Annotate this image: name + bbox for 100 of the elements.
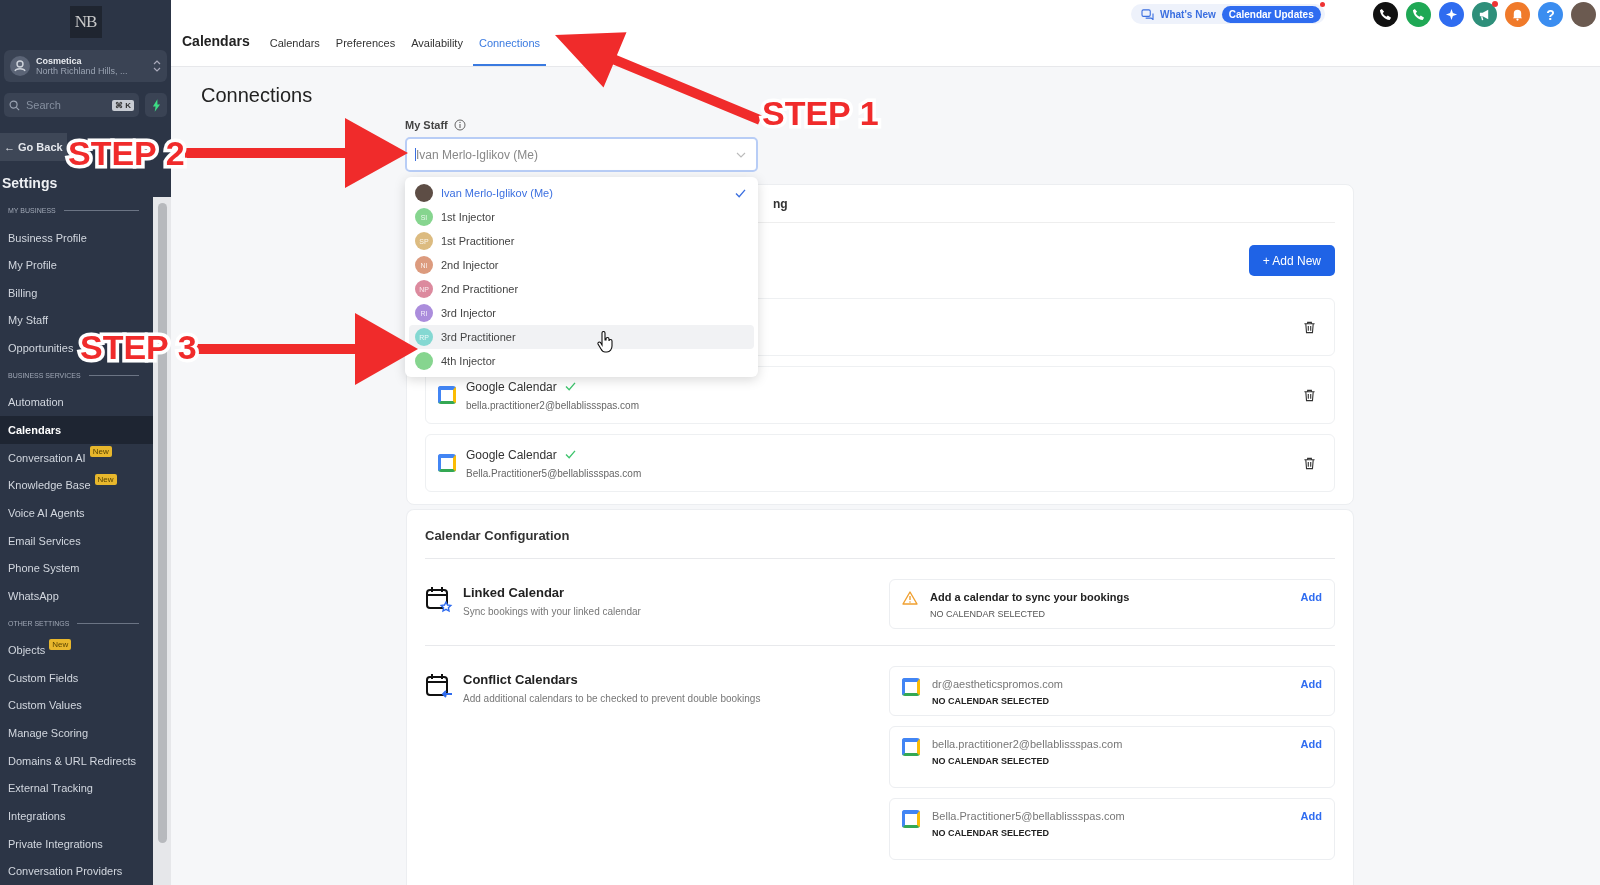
tab[interactable]: Connections (472, 37, 547, 66)
megaphone-icon (1478, 8, 1491, 21)
search-field[interactable]: Search ⌘ K (4, 93, 139, 117)
search-input[interactable]: Search (24, 98, 108, 112)
shortcut-hint: ⌘ K (112, 99, 134, 111)
whats-new-label: What's New (1160, 8, 1216, 20)
setting-title: Conflict Calendars (463, 672, 579, 687)
phone-icon (1412, 8, 1425, 21)
sidebar-item[interactable]: Automation (0, 388, 68, 417)
sidebar-item[interactable]: WhatsApp (0, 582, 63, 610)
tab[interactable]: Calendars (263, 37, 326, 66)
sidebar-item[interactable]: My Staff (0, 306, 53, 335)
logo: NB (69, 6, 102, 38)
setting-description: Add additional calendars to be checked to prevent double bookings (463, 693, 761, 704)
setting-description: Sync bookings with your linked calendar (463, 606, 641, 617)
connection-email: bella.practitioner2@bellablissspas.com (466, 399, 639, 411)
add-new-button[interactable]: + Add New (1248, 245, 1335, 276)
chevron-down-icon (736, 151, 746, 158)
entry-status: NO CALENDAR SELECTED (932, 756, 1050, 766)
search-icon (9, 99, 20, 111)
trash-icon (1303, 456, 1316, 470)
sidebar-item[interactable]: Private Integrations (0, 829, 107, 858)
tab[interactable]: Preferences (329, 37, 402, 66)
bell-icon (1511, 8, 1524, 21)
sidebar-item[interactable]: Integrations (0, 802, 70, 830)
calendar-icon (902, 810, 920, 828)
sparkle-button[interactable] (1439, 2, 1464, 27)
staff-select[interactable]: Ivan Merlo-Iglikov (Me) (405, 137, 758, 172)
hand-cursor-icon (597, 331, 613, 353)
sidebar-item[interactable]: My Profile (0, 251, 61, 279)
calendar-icon (438, 454, 456, 472)
sidebar-item[interactable]: Domains & URL Redirects (0, 746, 140, 775)
page-title: Calendars (182, 33, 250, 49)
user-icon (10, 56, 30, 76)
add-link[interactable]: Add (1300, 810, 1322, 822)
lightning-icon (151, 98, 161, 112)
setting-title: Linked Calendar (463, 585, 566, 600)
chevron-updown-icon (153, 60, 161, 72)
sidebar-title: Settings (2, 175, 59, 191)
entry-status: NO CALENDAR SELECTED (932, 696, 1050, 706)
card-title: ng (773, 196, 788, 211)
sidebar-item[interactable]: Business Profile (0, 223, 91, 252)
calendar-star-icon (425, 585, 453, 613)
sidebar-item[interactable]: External Tracking (0, 774, 97, 803)
sidebar-item[interactable]: Conversation Providers (0, 857, 127, 885)
field-label: My Staff (405, 119, 448, 131)
whats-new-pill[interactable]: What's New Calendar Updates (1131, 4, 1325, 24)
trash-icon (1303, 320, 1316, 334)
entry-title: dr@aestheticspromos.com (932, 678, 1064, 690)
add-link[interactable]: Add (1300, 738, 1322, 750)
card-title: Calendar Configuration (425, 513, 1335, 559)
sidebar-item[interactable]: Billing (0, 279, 42, 307)
entry-title: bella.practitioner2@bellablissspas.com (932, 738, 1124, 750)
bell-button[interactable] (1505, 2, 1530, 27)
sidebar-item[interactable]: Calendars (0, 416, 153, 444)
dropdown-option[interactable]: 4th Injector (409, 349, 754, 373)
connection-title: Google Calendar (466, 447, 557, 462)
account-name: Cosmetica (36, 56, 83, 66)
calendar-icon (902, 738, 920, 756)
new-badge: New (89, 446, 112, 458)
phone-button[interactable] (1373, 2, 1398, 27)
phone-icon (1379, 8, 1392, 21)
sidebar-item[interactable]: Voice AI Agents (0, 499, 89, 527)
connection-email: Bella.Practitioner5@bellablissspas.com (466, 467, 642, 479)
checkmark-icon (735, 188, 746, 198)
avatar (415, 184, 433, 202)
entry-title: Bella.Practitioner5@bellablissspas.com (932, 810, 1126, 822)
user-avatar[interactable] (1571, 2, 1596, 27)
sidebar-item[interactable]: Email Services (0, 526, 85, 555)
sidebar-item[interactable]: Phone System (0, 554, 84, 583)
account-switcher[interactable]: Cosmetica North Richland Hills, ... (4, 50, 167, 82)
step-label: STEP 1 (762, 96, 879, 130)
sidebar-item[interactable]: Manage Scoring (0, 719, 93, 747)
quick-action-button[interactable] (145, 93, 167, 117)
trash-icon (1303, 388, 1316, 402)
sidebar-item[interactable]: Objects New (0, 636, 76, 665)
section-title: Connections (201, 84, 314, 107)
warning-icon (902, 591, 918, 605)
sidebar-item[interactable]: Custom Fields (0, 664, 83, 692)
chat-icon (1141, 8, 1154, 20)
tab[interactable]: Availability (405, 37, 469, 66)
dropdown-option[interactable]: Ivan Merlo-Iglikov (Me) (409, 181, 754, 205)
go-back-button[interactable]: ← Go Back (0, 133, 67, 161)
account-location: North Richland Hills, ... (36, 66, 129, 76)
connection-title: Google Calendar (466, 379, 557, 394)
calendar-icon (902, 678, 920, 696)
sidebar-item[interactable]: Knowledge Base New (0, 471, 121, 500)
new-badge: New (49, 638, 72, 650)
megaphone-button[interactable] (1472, 2, 1497, 27)
entry-title: Add a calendar to sync your bookings (930, 591, 1131, 603)
calendar-icon (438, 386, 456, 404)
sparkle-icon (1445, 8, 1458, 21)
entry-status: NO CALENDAR SELECTED (930, 609, 1047, 619)
sidebar-item[interactable]: Conversation AI New (0, 443, 116, 472)
calendar-updates-badge: Calendar Updates (1221, 5, 1321, 23)
new-badge: New (94, 473, 117, 485)
sidebar-item[interactable]: Opportunities (0, 334, 78, 362)
add-link[interactable]: Add (1300, 591, 1322, 603)
add-link[interactable]: Add (1300, 678, 1322, 690)
sidebar-item[interactable]: Custom Values (0, 691, 86, 720)
